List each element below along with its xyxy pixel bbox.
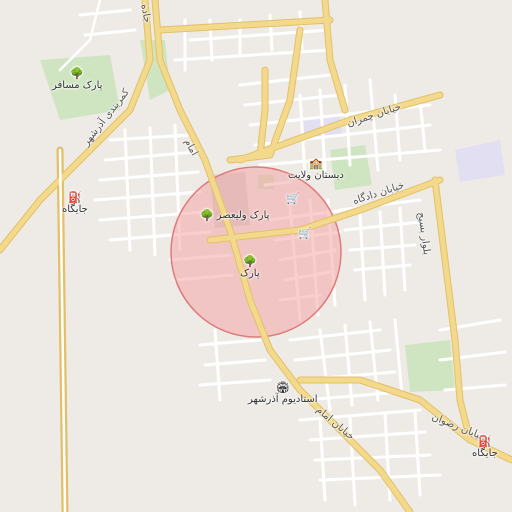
tree-icon: 🌳 [70, 67, 85, 80]
station-east-poi[interactable]: ⛽ جایگاه [472, 436, 498, 459]
station-west-poi[interactable]: ⛽ جایگاه [62, 192, 88, 215]
park-center-poi[interactable]: 🌳 پارک [240, 256, 260, 279]
park-mosafer-label: پارک مسافر [52, 80, 103, 91]
station-west-label: جایگاه [62, 204, 88, 215]
shop-poi-2[interactable]: 🛒 [298, 228, 312, 239]
stadium-label: استادیوم آذرشهر [248, 394, 318, 405]
map-view[interactable]: کمربندی آذرشهر امام جاده خیابان چمران خی… [0, 0, 512, 512]
school-velayat-label: دبستان ولایت [288, 170, 344, 181]
shop-poi-1[interactable]: 🛒 [286, 193, 300, 204]
park-area-southeast [405, 340, 455, 392]
shopping-cart-icon: 🛒 [298, 227, 312, 240]
fuel-icon: ⛽ [68, 191, 82, 204]
school-icon: 🏫 [309, 157, 323, 170]
park-center-label: پارک [240, 268, 260, 279]
shopping-cart-icon: 🛒 [286, 192, 300, 205]
park-mosafer-poi[interactable]: 🌳 پارک مسافر [52, 68, 102, 91]
tree-icon: 🌳 [200, 209, 214, 222]
park-valiasr-poi[interactable]: 🌳 پارک ولیعصر [200, 210, 269, 221]
stadium-poi[interactable]: 🏟 استادیوم آذرشهر [248, 382, 318, 405]
park-valiasr-label: پارک ولیعصر [216, 210, 270, 221]
stadium-icon: 🏟 [275, 381, 290, 394]
tree-icon: 🌳 [242, 255, 257, 268]
station-east-label: جایگاه [472, 448, 498, 459]
school-velayat-poi[interactable]: 🏫 دبستان ولایت [288, 158, 344, 181]
fuel-icon: ⛽ [478, 435, 492, 448]
